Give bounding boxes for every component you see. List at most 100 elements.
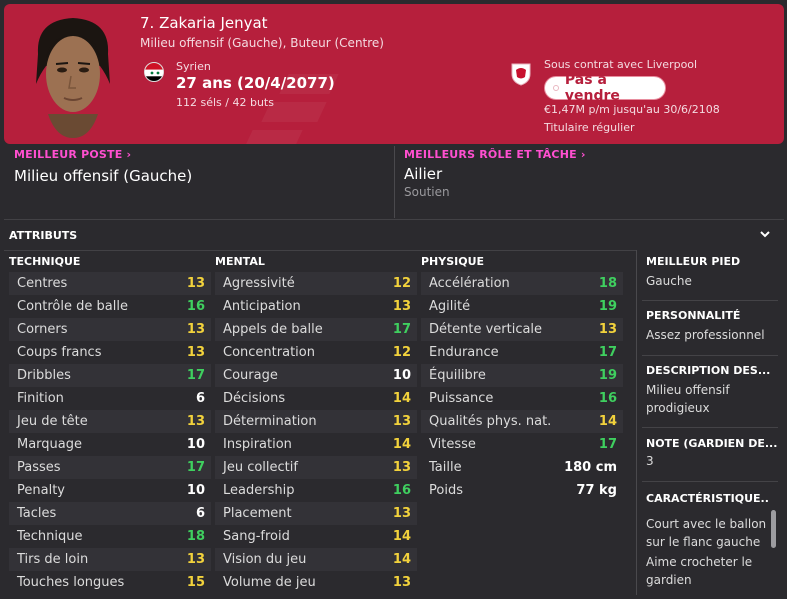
status-dot-icon <box>553 85 559 91</box>
attribute-value: 12 <box>392 345 411 360</box>
best-position-panel[interactable]: MEILLEUR POSTE › Milieu offensif (Gauche… <box>14 148 192 216</box>
attribute-value: 14 <box>392 552 411 567</box>
attribute-label: Penalty <box>17 483 65 498</box>
attribute-value: 16 <box>392 483 411 498</box>
attribute-row[interactable]: Agressivité 12 <box>215 272 417 295</box>
attribute-label: Marquage <box>17 437 83 452</box>
attribute-value: 18 <box>598 276 617 291</box>
attribute-row[interactable]: Détente verticale 13 <box>421 318 623 341</box>
technical-list: Centres 13 Contrôle de balle 16 Corners 13 Cou… <box>9 272 211 594</box>
attribute-label: Accélération <box>429 276 510 291</box>
attribute-row[interactable]: Accélération 18 <box>421 272 623 295</box>
attribute-label: Corners <box>17 322 68 337</box>
attribute-label: Tacles <box>17 506 57 521</box>
attribute-row[interactable]: Endurance 17 <box>421 341 623 364</box>
attribute-row[interactable]: Détermination 13 <box>215 410 417 433</box>
attribute-row[interactable]: Concentration 12 <box>215 341 417 364</box>
attribute-row[interactable]: Leadership 16 <box>215 479 417 502</box>
attribute-row[interactable]: Vitesse 17 <box>421 433 623 456</box>
attribute-row[interactable]: Dribbles 17 <box>9 364 211 387</box>
transfer-status-label: Pas à vendre <box>564 72 620 104</box>
mental-header: MENTAL <box>215 255 265 268</box>
attribute-row[interactable]: Jeu de tête 13 <box>9 410 211 433</box>
attribute-row[interactable]: Sang-froid 14 <box>215 525 417 548</box>
attribute-row[interactable]: Placement 13 <box>215 502 417 525</box>
attribute-row[interactable]: Inspiration 14 <box>215 433 417 456</box>
attribute-value: 19 <box>598 368 617 383</box>
attribute-label: Tirs de loin <box>17 552 89 567</box>
attribute-value: 13 <box>186 552 205 567</box>
attribute-value: 13 <box>186 276 205 291</box>
attribute-row[interactable]: Touches longues 15 <box>9 571 211 594</box>
divider <box>642 355 778 356</box>
attribute-row[interactable]: Technique 18 <box>9 525 211 548</box>
attribute-row[interactable]: Centres 13 <box>9 272 211 295</box>
media-description: DESCRIPTION DES... Milieu offensif prodi… <box>646 364 771 415</box>
chevron-down-icon[interactable] <box>757 226 773 242</box>
attribute-value: 13 <box>392 460 411 475</box>
attribute-label: Volume de jeu <box>223 575 316 590</box>
attribute-label: Détente verticale <box>429 322 543 337</box>
attribute-label: Équilibre <box>429 368 486 383</box>
contract-club[interactable]: Sous contrat avec Liverpool <box>544 58 697 71</box>
attribute-value: 13 <box>186 414 205 429</box>
best-role-value: Ailier <box>404 165 443 183</box>
attribute-value: 13 <box>598 322 617 337</box>
attribute-value: 10 <box>392 368 411 383</box>
divider <box>642 300 778 301</box>
attribute-row[interactable]: Jeu collectif 13 <box>215 456 417 479</box>
best-role-panel[interactable]: MEILLEURS RÔLE ET TÂCHE › Ailier Soutien <box>404 148 586 216</box>
attribute-value: 14 <box>598 414 617 429</box>
attribute-value: 17 <box>392 322 411 337</box>
attribute-row[interactable]: Marquage 10 <box>9 433 211 456</box>
attribute-row[interactable]: Décisions 14 <box>215 387 417 410</box>
attribute-row[interactable]: Coups francs 13 <box>9 341 211 364</box>
best-role-title[interactable]: MEILLEURS RÔLE ET TÂCHE › <box>404 148 586 161</box>
transfer-status-button[interactable]: Pas à vendre <box>544 72 666 104</box>
attribute-row[interactable]: Contrôle de balle 16 <box>9 295 211 318</box>
best-position-title[interactable]: MEILLEUR POSTE › <box>14 148 192 161</box>
attribute-value: 17 <box>186 460 205 475</box>
personality: PERSONNALITÉ Assez professionnel <box>646 309 765 342</box>
attribute-row[interactable]: Tacles 6 <box>9 502 211 525</box>
attribute-label: Coups francs <box>17 345 102 360</box>
attribute-label: Passes <box>17 460 61 475</box>
mental-list: Agressivité 12 Anticipation 13 Appels de bal… <box>215 272 417 594</box>
attribute-label: Puissance <box>429 391 494 406</box>
attribute-row[interactable]: Équilibre 19 <box>421 364 623 387</box>
divider <box>4 219 784 220</box>
attribute-row[interactable]: Qualités phys. nat. 14 <box>421 410 623 433</box>
player-positions: Milieu offensif (Gauche), Buteur (Centre… <box>140 36 384 50</box>
attribute-row[interactable]: Agilité 19 <box>421 295 623 318</box>
attribute-label: Leadership <box>223 483 295 498</box>
trait-item: Aime crocheter le gardien <box>646 555 753 587</box>
attribute-value: 12 <box>392 276 411 291</box>
attribute-value: 17 <box>598 345 617 360</box>
attribute-row[interactable]: Tirs de loin 13 <box>9 548 211 571</box>
attribute-value: 13 <box>392 575 411 590</box>
attribute-row[interactable]: Penalty 10 <box>9 479 211 502</box>
attribute-row[interactable]: Finition 6 <box>9 387 211 410</box>
attribute-row[interactable]: Passes 17 <box>9 456 211 479</box>
attribute-value: 6 <box>195 506 205 521</box>
attribute-value: 6 <box>195 391 205 406</box>
attribute-label: Contrôle de balle <box>17 299 128 314</box>
scrollbar[interactable] <box>771 510 776 548</box>
divider <box>642 481 778 482</box>
divider <box>642 427 778 428</box>
technical-header: TECHNIQUE <box>9 255 81 268</box>
attribute-row[interactable]: Corners 13 <box>9 318 211 341</box>
attribute-label: Vision du jeu <box>223 552 307 567</box>
physical-list: Accélération 18 Agilité 19 Détente verticale… <box>421 272 623 502</box>
player-weight: Poids 77 kg <box>429 483 617 498</box>
attribute-row[interactable]: Appels de balle 17 <box>215 318 417 341</box>
club-crest-icon[interactable] <box>510 62 532 86</box>
attribute-row[interactable]: Puissance 16 <box>421 387 623 410</box>
attribute-value: 14 <box>392 391 411 406</box>
attribute-value: 13 <box>186 345 205 360</box>
attribute-row[interactable]: Volume de jeu 13 <box>215 571 417 594</box>
trait-item: Court avec le ballon sur le flanc gauche <box>646 517 767 549</box>
attribute-row[interactable]: Vision du jeu 14 <box>215 548 417 571</box>
attribute-row[interactable]: Anticipation 13 <box>215 295 417 318</box>
attribute-row[interactable]: Courage 10 <box>215 364 417 387</box>
